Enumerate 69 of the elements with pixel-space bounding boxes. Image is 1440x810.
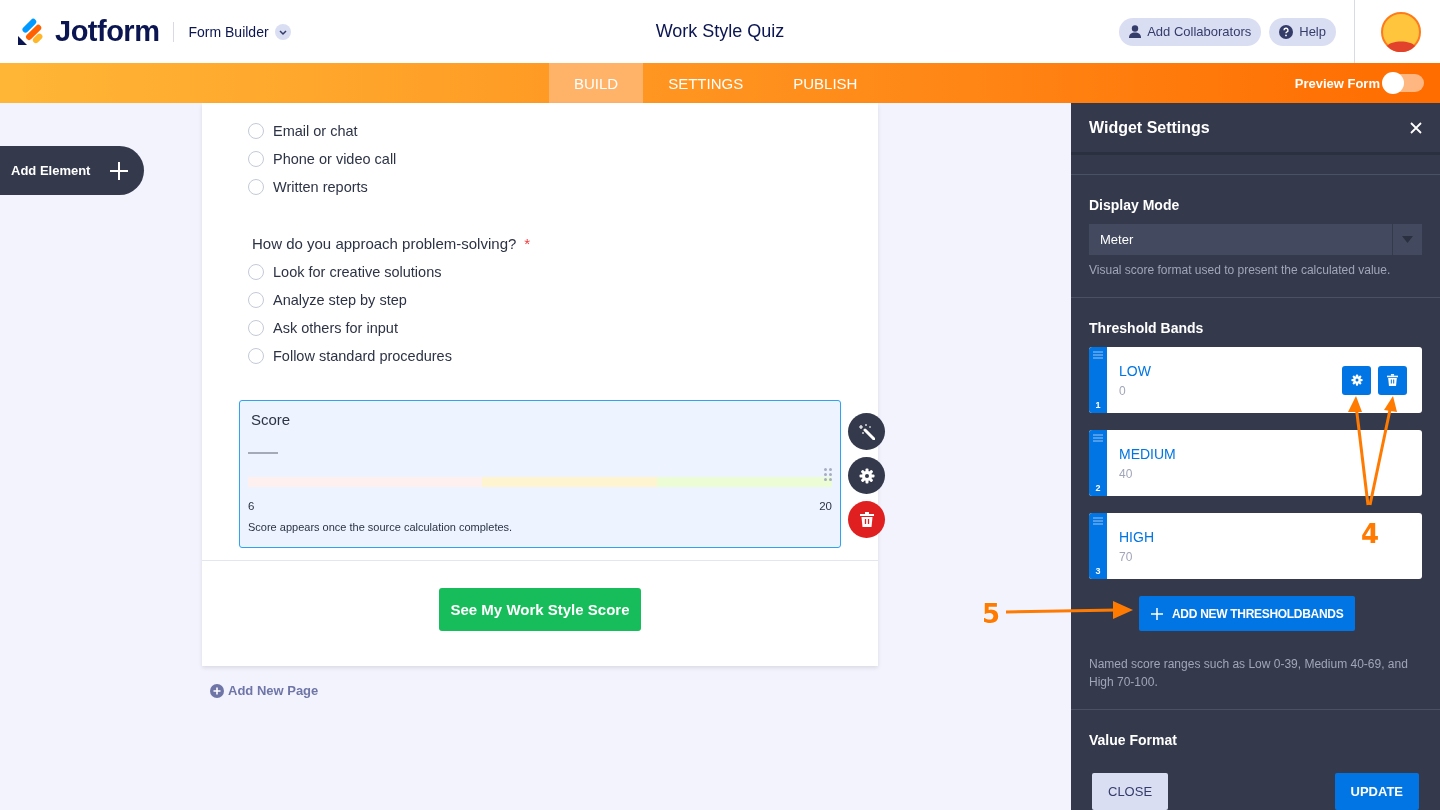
settings-button[interactable] — [848, 457, 885, 494]
close-icon[interactable] — [1410, 121, 1422, 134]
section-label: Threshold Bands — [1089, 320, 1205, 336]
option-label[interactable]: Written reports — [273, 179, 368, 195]
drag-handle-icon[interactable] — [1093, 434, 1103, 442]
gear-icon — [858, 467, 875, 484]
section-label: Value Format — [1089, 732, 1178, 748]
add-new-page-button[interactable]: Add New Page — [210, 683, 319, 698]
band-value: 0 — [1119, 383, 1126, 398]
delete-button[interactable] — [1378, 365, 1407, 395]
required-mark: * — [524, 235, 531, 252]
band-value: 40 — [1119, 466, 1133, 481]
add-element-button[interactable]: Add Element — [0, 146, 144, 195]
avatar[interactable] — [1381, 11, 1421, 52]
callout-number: 5 — [981, 599, 1001, 629]
band-index: 3 — [1095, 566, 1101, 576]
threshold-band-card[interactable]: 1 LOW 0 — [1089, 347, 1422, 413]
help-icon — [1279, 24, 1294, 39]
threshold-band-card[interactable]: 2 MEDIUM 40 — [1089, 430, 1422, 496]
band-name: HIGH — [1119, 528, 1154, 545]
preview-form-label: Preview Form — [1294, 75, 1380, 91]
logo-icon — [17, 17, 45, 46]
add-collaborators-button[interactable]: Add Collaborators — [1119, 17, 1262, 46]
option-label[interactable]: Look for creative solutions — [273, 264, 442, 280]
help-button[interactable]: Help — [1269, 17, 1336, 46]
meter-min: 6 — [248, 500, 255, 512]
update-button[interactable]: UPDATE — [1334, 773, 1419, 810]
meter-max: 20 — [819, 500, 832, 512]
band-index: 2 — [1095, 483, 1101, 493]
band-name: LOW — [1119, 362, 1151, 379]
band-value: 70 — [1119, 549, 1133, 564]
option-label[interactable]: Follow standard procedures — [273, 348, 452, 364]
band-name: MEDIUM — [1119, 445, 1176, 462]
section-label: Display Mode — [1089, 197, 1181, 213]
help-text: Named score ranges such as Low 0-39, Medium 40-69, and High 70-100. — [1089, 656, 1409, 691]
trash-icon — [859, 512, 874, 527]
plus-circle-icon — [210, 683, 224, 698]
option-label[interactable]: Analyze step by step — [273, 292, 407, 308]
band-index: 1 — [1095, 400, 1101, 410]
form-builder-dropdown[interactable]: Form Builder — [188, 23, 291, 40]
magic-wand-button[interactable] — [848, 413, 885, 450]
delete-button[interactable] — [848, 501, 885, 538]
score-note: Score appears once the source calculation completes. — [248, 521, 514, 533]
question-label: How do you approach problem-solving? — [252, 235, 517, 252]
preview-toggle[interactable] — [1384, 74, 1424, 92]
help-text: Visual score format used to present the calculated value. — [1089, 262, 1392, 279]
caret-icon — [1402, 236, 1413, 243]
option-label[interactable]: Phone or video call — [273, 151, 397, 167]
option-label[interactable]: Ask others for input — [273, 320, 398, 336]
display-mode-select[interactable]: Meter — [1089, 224, 1422, 255]
add-threshold-band-button[interactable]: ADD NEW THRESHOLDBANDS — [1139, 596, 1356, 631]
trash-icon — [1387, 374, 1398, 386]
plus-icon — [1151, 607, 1163, 620]
form-title[interactable]: Work Style Quiz — [655, 21, 785, 42]
brand-name[interactable]: Jotform — [55, 15, 160, 48]
drag-handle-icon[interactable] — [824, 468, 832, 481]
drag-handle-icon[interactable] — [1093, 517, 1103, 525]
chevron-icon — [274, 23, 291, 40]
empty-value-line — [248, 452, 278, 454]
user-icon — [1129, 25, 1142, 38]
drag-handle-icon[interactable] — [1093, 351, 1103, 359]
panel-title: Widget Settings — [1089, 118, 1210, 137]
option-label[interactable]: Email or chat — [273, 123, 358, 139]
gear-icon — [1350, 374, 1363, 386]
magic-wand-icon — [858, 423, 875, 440]
close-button[interactable]: CLOSE — [1092, 773, 1169, 810]
plus-icon — [110, 161, 128, 180]
score-label: Score — [250, 411, 292, 428]
callout-number: 4 — [1360, 519, 1380, 549]
